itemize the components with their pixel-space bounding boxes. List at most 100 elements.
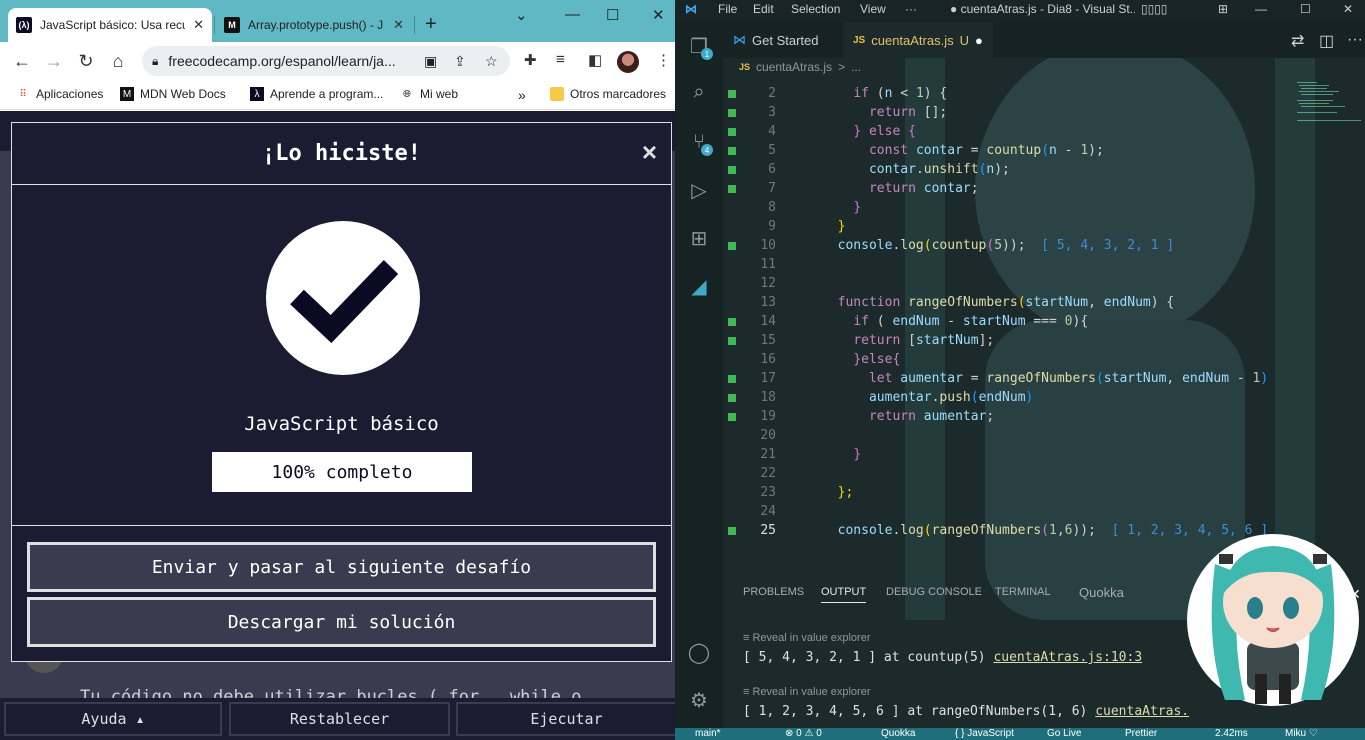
menu-edit[interactable]: Edit [753, 2, 774, 16]
code-line[interactable]: 21 } [723, 445, 1323, 464]
clipboard-icon[interactable]: ▣ [424, 53, 437, 70]
run-debug-icon[interactable]: ▷ [687, 178, 711, 202]
status-miku[interactable]: Miku ♡ [1285, 728, 1318, 739]
bookmark-apps[interactable]: ⠿ Aplicaciones [16, 87, 103, 101]
submit-next-challenge-button[interactable]: Enviar y pasar al siguiente desafío [27, 542, 656, 592]
tab-debug-console[interactable]: DEBUG CONSOLE [886, 586, 982, 598]
code-line[interactable]: 4 } else { [723, 122, 1323, 141]
maximize-icon[interactable]: ☐ [606, 6, 619, 24]
code-line[interactable]: 14 if ( endNum - startNum === 0){ [723, 312, 1323, 331]
status-prettier[interactable]: Prettier [1125, 728, 1157, 739]
minimize-icon[interactable]: — [1255, 2, 1267, 16]
tab-problems[interactable]: PROBLEMS [743, 586, 804, 598]
close-icon[interactable]: ✕ [1349, 586, 1361, 603]
status-language[interactable]: { } JavaScript [955, 728, 1014, 739]
quokka-icon[interactable]: ◢ [687, 274, 711, 298]
menu-more[interactable]: ··· [905, 2, 917, 16]
output-link[interactable]: cuentaAtras. [1095, 704, 1189, 719]
bookmark-freecodecamp[interactable]: λ Aprende a program... [250, 87, 383, 101]
tab-get-started[interactable]: ⋈ Get Started [723, 22, 828, 58]
close-icon[interactable]: × [642, 137, 657, 168]
maximize-icon[interactable]: ☐ [1300, 2, 1311, 16]
customize-layout-icon[interactable]: ⊞ [1218, 2, 1228, 16]
account-icon[interactable]: ◯ [687, 640, 711, 664]
minimize-icon[interactable]: — [565, 6, 580, 23]
code-line[interactable]: 12 [723, 274, 1323, 293]
profile-avatar[interactable] [617, 51, 639, 73]
code-line[interactable]: 17 let aumentar = rangeOfNumbers(startNu… [723, 369, 1323, 388]
help-button[interactable]: Ayuda ▴ [4, 702, 222, 736]
code-line[interactable]: 20 [723, 426, 1323, 445]
line-number: 9 [768, 219, 776, 234]
tab-quokka[interactable]: Quokka [1079, 585, 1124, 600]
bookmarks-overflow[interactable]: » [518, 87, 526, 103]
code-line[interactable]: 19 return aumentar; [723, 407, 1323, 426]
close-window-icon[interactable]: ✕ [1343, 2, 1353, 16]
layout-icon[interactable]: ▯▯▯▯ [1141, 2, 1167, 16]
more-actions-icon[interactable]: ··· [1347, 31, 1363, 49]
reload-icon[interactable]: ↻ [74, 49, 98, 73]
code-line[interactable]: 23 }; [723, 483, 1323, 502]
status-branch[interactable]: main* [695, 728, 721, 739]
browser-tab-freecodecamp[interactable]: (λ) JavaScript básico: Usa recu ✕ [8, 8, 212, 42]
home-icon[interactable]: ⌂ [106, 49, 130, 73]
star-icon[interactable]: ☆ [485, 53, 498, 70]
settings-gear-icon[interactable]: ⚙ [687, 688, 711, 712]
code-editor[interactable]: 2 if (n < 1) {3 return []; 4 } else {5 co… [723, 80, 1303, 560]
search-icon[interactable]: ⌕ [687, 80, 711, 104]
media-controls-icon[interactable]: ≡ [556, 51, 565, 68]
more-options-icon[interactable]: ⋮ [656, 51, 671, 69]
reveal-hint[interactable]: ≡ Reveal in value explorer [743, 632, 871, 644]
other-bookmarks[interactable]: Otros marcadores [550, 87, 666, 101]
reveal-hint[interactable]: ≡ Reveal in value explorer [743, 686, 871, 698]
address-bar[interactable]: 🔒︎ freecodecamp.org/espanol/learn/ja... … [142, 46, 510, 76]
challenge-action-bar: Ayuda ▴ Restablecer Ejecutar [0, 698, 675, 740]
code-line[interactable]: 5 const contar = countup(n - 1); [723, 141, 1323, 160]
code-line[interactable]: 10 console.log(countup(5)); [ 5, 4, 3, 2… [723, 236, 1323, 255]
compare-icon[interactable]: ⇄ [1291, 31, 1304, 51]
output-link[interactable]: cuentaAtras.js:10:3 [993, 650, 1142, 665]
bookmark-mdn[interactable]: M MDN Web Docs [120, 87, 226, 101]
close-tab-icon[interactable]: ✕ [393, 17, 404, 33]
menu-selection[interactable]: Selection [791, 2, 840, 16]
code-line[interactable]: 8 } [723, 198, 1323, 217]
new-tab-button[interactable]: + [425, 13, 437, 36]
tab-cuentaatras[interactable]: JS cuentaAtras.js U ● [843, 22, 993, 58]
side-panel-icon[interactable]: ◧ [588, 51, 602, 69]
code-line[interactable]: 16 }else{ [723, 350, 1323, 369]
code-line[interactable]: 3 return []; [723, 103, 1323, 122]
code-line[interactable]: 13 function rangeOfNumbers(startNum, end… [723, 293, 1323, 312]
status-problems[interactable]: ⊗ 0 ⚠ 0 [785, 728, 822, 739]
code-line[interactable]: 6 contar.unshift(n); [723, 160, 1323, 179]
extensions-icon[interactable]: ⊞ [687, 226, 711, 250]
status-go-live[interactable]: Go Live [1047, 728, 1081, 739]
unsaved-dot[interactable]: ● [975, 33, 983, 48]
code-line[interactable]: 11 [723, 255, 1323, 274]
menu-file[interactable]: File [718, 2, 737, 16]
minimap[interactable] [1295, 80, 1365, 140]
code-line[interactable]: 18 aumentar.push(endNum) [723, 388, 1323, 407]
code-line[interactable]: 2 if (n < 1) { [723, 84, 1323, 103]
status-quokka[interactable]: Quokka [881, 728, 915, 739]
tab-terminal[interactable]: TERMINAL [995, 586, 1051, 598]
run-button[interactable]: Ejecutar [456, 702, 675, 736]
back-arrow-icon[interactable]: ← [10, 49, 34, 73]
extensions-icon[interactable]: ✚ [524, 51, 537, 69]
code-line[interactable]: 15 return [startNum]; [723, 331, 1323, 350]
forward-arrow-icon[interactable]: → [42, 49, 66, 73]
code-line[interactable]: 22 [723, 464, 1323, 483]
code-line[interactable]: 24 [723, 502, 1323, 521]
close-window-icon[interactable]: ✕ [652, 6, 665, 24]
chevron-down-icon[interactable]: ⌄ [515, 6, 528, 24]
tab-output[interactable]: OUTPUT [821, 586, 867, 603]
share-icon[interactable]: ⇪ [454, 53, 466, 70]
close-tab-icon[interactable]: ✕ [193, 17, 204, 33]
menu-view[interactable]: View [860, 2, 886, 16]
browser-tab-mdn[interactable]: M Array.prototype.push() - J ✕ [216, 8, 412, 42]
reset-button[interactable]: Restablecer [229, 702, 450, 736]
code-line[interactable]: 9 } [723, 217, 1323, 236]
download-solution-button[interactable]: Descargar mi solución [27, 597, 656, 647]
split-editor-icon[interactable]: ◫ [1319, 31, 1334, 51]
bookmark-mi-web[interactable]: 🌐︎ Mi web [400, 87, 458, 101]
code-line[interactable]: 7 return contar; [723, 179, 1323, 198]
